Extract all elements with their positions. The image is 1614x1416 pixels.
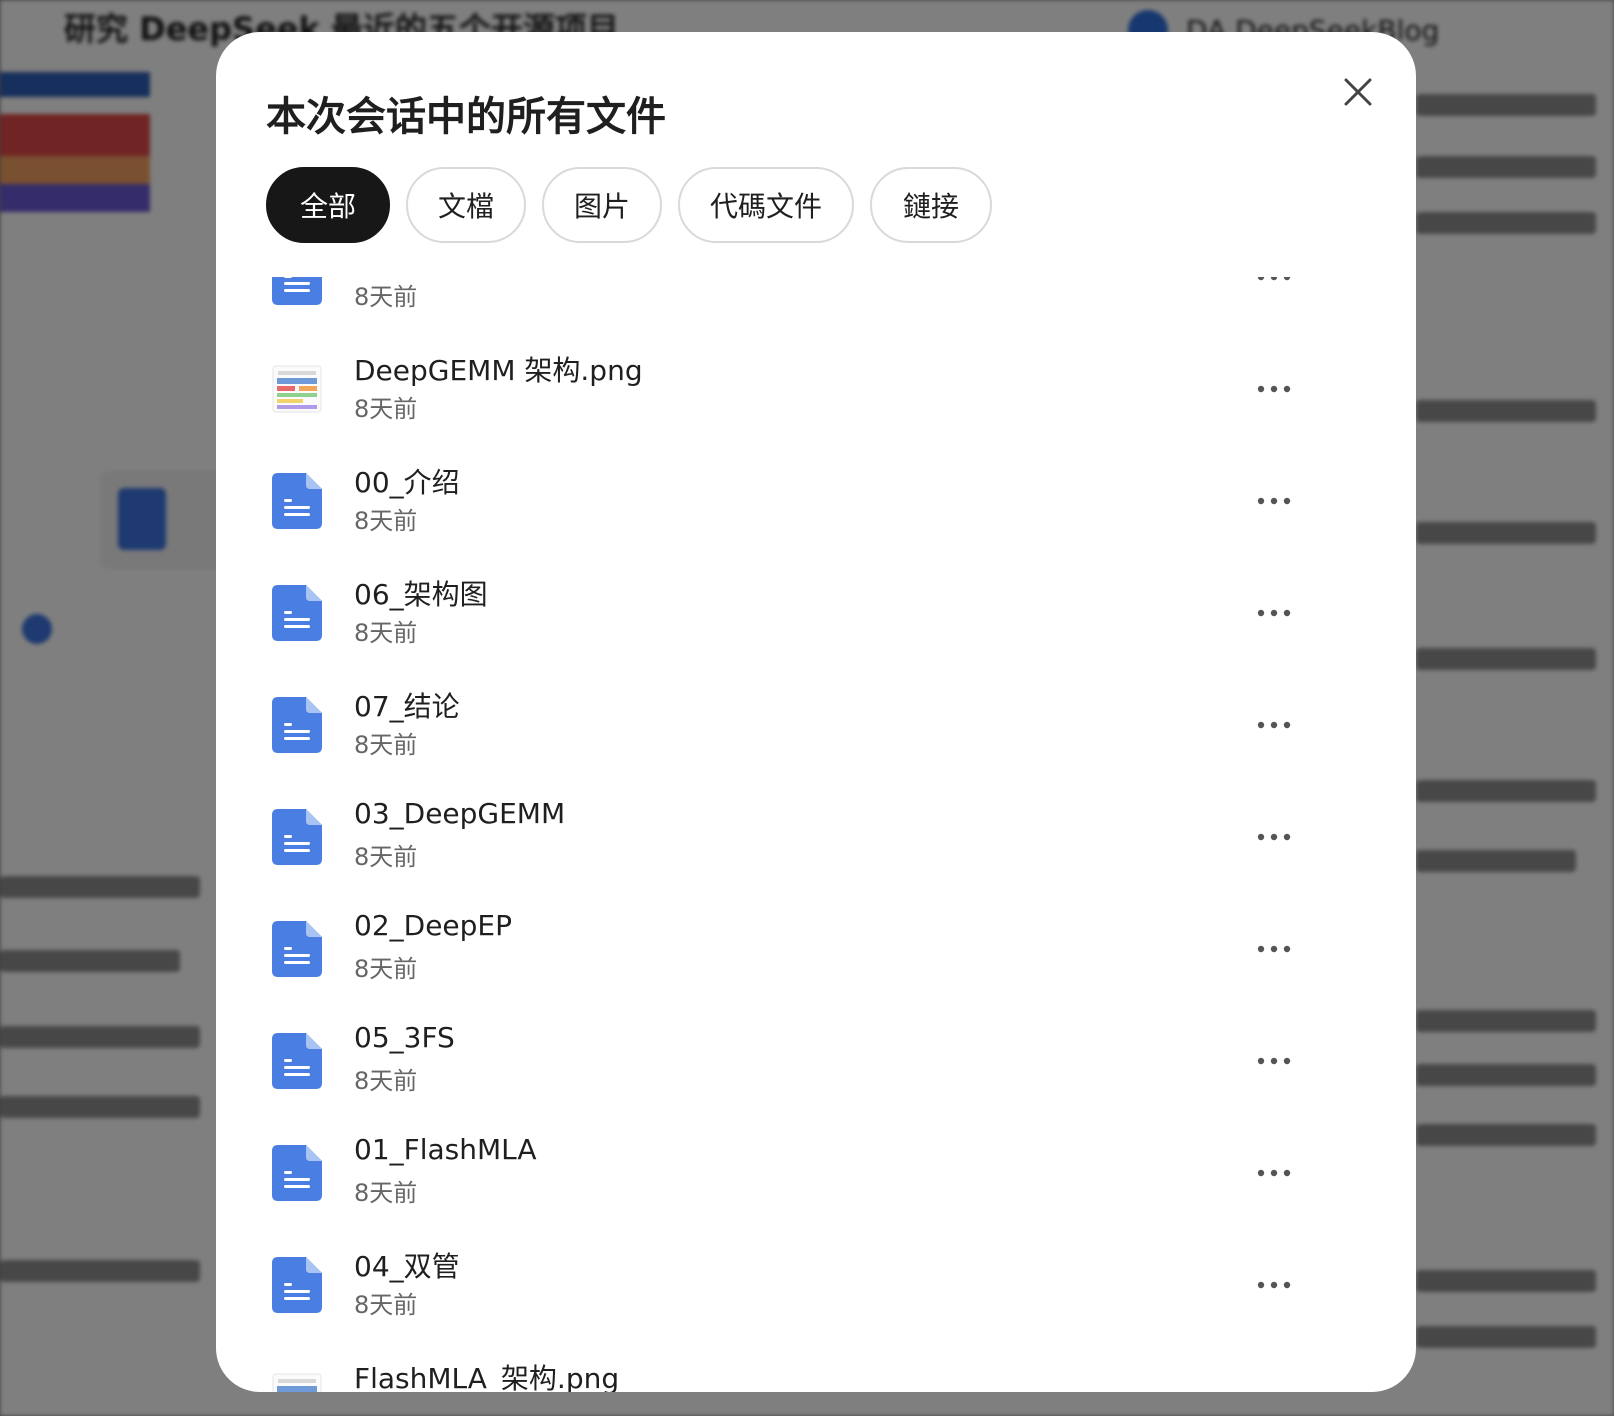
file-name: 05_3FS [354, 1021, 455, 1054]
files-modal: 本次会话中的所有文件 全部 文檔 图片 代碼文件 鏈接 8天前 DeepGEMM … [216, 32, 1416, 1392]
tab-documents[interactable]: 文檔 [406, 167, 526, 243]
file-timestamp: 8天前 [354, 1067, 418, 1095]
document-icon [272, 697, 324, 753]
file-row[interactable]: 8天前 [216, 277, 1416, 333]
more-options-button[interactable] [1246, 1037, 1302, 1085]
file-row[interactable]: 01_FlashMLA 8天前 [216, 1117, 1416, 1229]
more-icon [1257, 833, 1291, 841]
more-icon [1257, 1057, 1291, 1065]
file-row[interactable]: 05_3FS 8天前 [216, 1005, 1416, 1117]
document-icon [272, 473, 324, 529]
more-options-button[interactable] [1246, 1149, 1302, 1197]
more-options-button[interactable] [1246, 1261, 1302, 1309]
more-options-button[interactable] [1246, 1373, 1302, 1392]
file-name: 01_FlashMLA [354, 1133, 537, 1166]
file-timestamp: 8天前 [354, 283, 418, 311]
file-row[interactable]: 00_介绍 8天前 [216, 445, 1416, 557]
document-icon [272, 277, 324, 305]
file-row[interactable]: 03_DeepGEMM 8天前 [216, 781, 1416, 893]
tab-links[interactable]: 鏈接 [870, 167, 992, 243]
file-row[interactable]: 06_架构图 8天前 [216, 557, 1416, 669]
file-timestamp: 8天前 [354, 955, 418, 983]
file-timestamp: 8天前 [354, 731, 418, 759]
file-timestamp: 8天前 [354, 619, 418, 647]
more-options-button[interactable] [1246, 925, 1302, 973]
image-thumbnail [272, 361, 324, 417]
file-name: 02_DeepEP [354, 909, 512, 942]
more-options-button[interactable] [1246, 589, 1302, 637]
more-icon [1257, 497, 1291, 505]
file-list: 8天前 DeepGEMM 架构.png 8天前 00_介绍 8天前 06_架构图 8天前 07… [216, 277, 1416, 1392]
more-icon [1257, 1281, 1291, 1289]
document-icon [272, 921, 324, 977]
file-name: 06_架构图 [354, 578, 488, 611]
file-timestamp: 8天前 [354, 843, 418, 871]
more-options-button[interactable] [1246, 365, 1302, 413]
file-row[interactable]: 07_结论 8天前 [216, 669, 1416, 781]
file-timestamp: 8天前 [354, 507, 418, 535]
file-name: FlashMLA_架构.png [354, 1362, 620, 1392]
modal-title: 本次会话中的所有文件 [266, 94, 666, 140]
file-row[interactable]: 02_DeepEP 8天前 [216, 893, 1416, 1005]
file-name: 00_介绍 [354, 466, 460, 499]
file-name: 07_结论 [354, 690, 460, 723]
document-icon [272, 809, 324, 865]
file-row[interactable]: FlashMLA_架构.png8天前 [216, 1341, 1416, 1392]
filter-tabs: 全部 文檔 图片 代碼文件 鏈接 [266, 167, 992, 243]
file-row[interactable]: DeepGEMM 架构.png 8天前 [216, 333, 1416, 445]
file-timestamp: 8天前 [354, 395, 418, 423]
file-row[interactable]: 04_双管 8天前 [216, 1229, 1416, 1341]
more-options-button[interactable] [1246, 813, 1302, 861]
tab-code-files[interactable]: 代碼文件 [678, 167, 854, 243]
file-timestamp: 8天前 [354, 1291, 418, 1319]
tab-all[interactable]: 全部 [266, 167, 390, 243]
file-name: 04_双管 [354, 1250, 460, 1283]
document-icon [272, 1145, 324, 1201]
close-button[interactable] [1330, 64, 1386, 120]
more-icon [1257, 945, 1291, 953]
image-thumbnail [272, 1369, 324, 1392]
document-icon [272, 585, 324, 641]
more-icon [1257, 277, 1291, 281]
file-timestamp: 8天前 [354, 1179, 418, 1207]
more-options-button[interactable] [1246, 477, 1302, 525]
document-icon [272, 1257, 324, 1313]
file-name: DeepGEMM 架构.png [354, 354, 643, 387]
more-options-button[interactable] [1246, 701, 1302, 749]
close-icon [1344, 78, 1372, 106]
document-icon [272, 1033, 324, 1089]
more-icon [1257, 721, 1291, 729]
more-icon [1257, 385, 1291, 393]
tab-images[interactable]: 图片 [542, 167, 662, 243]
more-icon [1257, 609, 1291, 617]
more-options-button[interactable] [1246, 277, 1302, 301]
file-name: 03_DeepGEMM [354, 797, 566, 830]
more-icon [1257, 1169, 1291, 1177]
